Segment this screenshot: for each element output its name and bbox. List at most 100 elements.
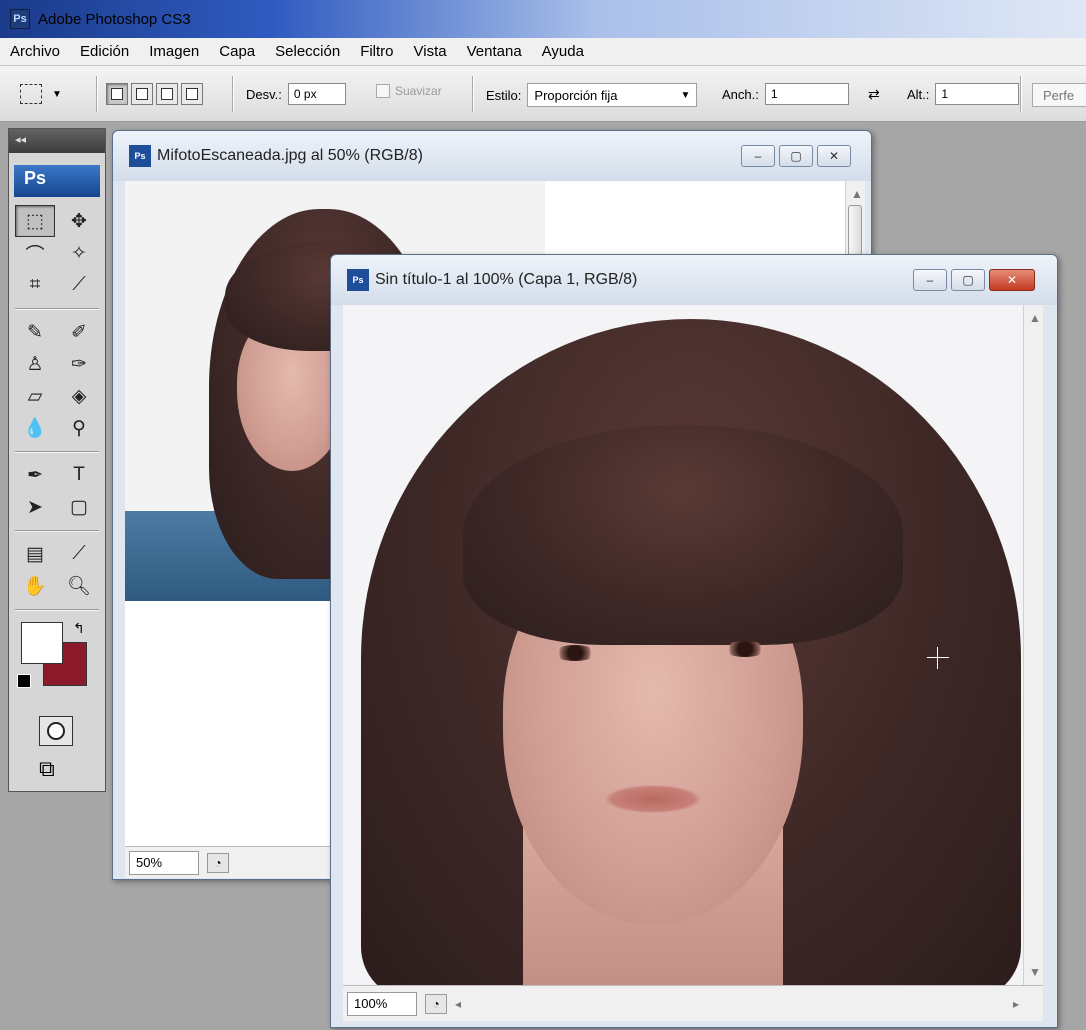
suavizar-label: Suavizar <box>395 84 442 98</box>
vertical-scrollbar[interactable]: ▲ ▼ <box>1023 305 1043 985</box>
slice-tool-icon[interactable]: ⟋ <box>59 269 99 301</box>
document-title: Sin título-1 al 100% (Capa 1, RGB/8) <box>375 271 638 288</box>
scroll-left-icon[interactable]: ◂ <box>455 997 461 1011</box>
default-colors-icon[interactable] <box>17 674 31 688</box>
type-tool-icon[interactable]: T <box>59 459 99 491</box>
menu-filtro[interactable]: Filtro <box>360 43 393 60</box>
estilo-label: Estilo: <box>486 87 522 103</box>
quick-mask-button[interactable] <box>39 716 73 746</box>
tool-grid: ✎ ✐ ♙ ✑ ▱ ◈ 💧 ⚲ <box>9 312 105 448</box>
minimize-button[interactable]: – <box>913 269 947 291</box>
document-window-sin-titulo: Ps Sin título-1 al 100% (Capa 1, RGB/8) … <box>330 254 1058 1028</box>
eraser-tool-icon[interactable]: ▱ <box>15 380 55 412</box>
document-title: MifotoEscaneada.jpg al 50% (RGB/8) <box>157 147 423 164</box>
anch-input[interactable]: 1 <box>764 83 849 105</box>
maximize-button[interactable]: ▢ <box>779 145 813 167</box>
alt-input[interactable]: 1 <box>935 83 1020 105</box>
marquee-tool-icon[interactable]: ⬚ <box>15 205 55 237</box>
brush-tool-icon[interactable]: ✐ <box>59 316 99 348</box>
scroll-up-icon[interactable]: ▲ <box>1029 311 1041 325</box>
eyedropper-tool-icon[interactable]: ⟋ <box>59 538 99 570</box>
add-selection-button[interactable] <box>131 83 153 105</box>
window-controls: – ▢ ✕ <box>909 269 1035 291</box>
new-selection-button[interactable] <box>106 83 128 105</box>
path-selection-tool-icon[interactable]: ➤ <box>15 491 55 523</box>
hand-tool-icon[interactable]: ✋ <box>15 570 55 602</box>
refine-edge-button[interactable]: Perfe <box>1032 83 1086 107</box>
scroll-up-icon[interactable]: ▲ <box>851 187 863 201</box>
ps-logo[interactable]: Ps <box>14 165 100 197</box>
options-bar: ▼ Desv.: 0 px Suavizar Estilo: Proporció… <box>0 66 1086 122</box>
document-title-bar[interactable]: Ps MifotoEscaneada.jpg al 50% (RGB/8) – … <box>113 131 871 181</box>
menu-ayuda[interactable]: Ayuda <box>542 43 584 60</box>
menu-archivo[interactable]: Archivo <box>10 43 60 60</box>
rectangular-marquee-icon <box>20 84 42 104</box>
healing-brush-tool-icon[interactable]: ✎ <box>15 316 55 348</box>
swap-dimensions-icon[interactable]: ⇄ <box>868 86 880 103</box>
maximize-button[interactable]: ▢ <box>951 269 985 291</box>
zoom-tool-icon[interactable]: 🔍︎ <box>59 570 99 602</box>
tool-divider <box>15 308 99 309</box>
width-group: Anch.: 1 <box>722 83 849 105</box>
scroll-down-icon[interactable]: ▼ <box>1029 965 1041 979</box>
crosshair-cursor-icon <box>927 647 949 669</box>
minimize-button[interactable]: – <box>741 145 775 167</box>
screen-mode-icon[interactable]: ⧉ <box>39 756 105 782</box>
magic-wand-tool-icon[interactable]: ✧ <box>59 237 99 269</box>
menu-vista[interactable]: Vista <box>414 43 447 60</box>
intersect-selection-button[interactable] <box>181 83 203 105</box>
options-divider <box>232 76 233 112</box>
ps-document-icon: Ps <box>347 269 369 291</box>
clone-stamp-tool-icon[interactable]: ♙ <box>15 348 55 380</box>
menu-capa[interactable]: Capa <box>219 43 255 60</box>
bangs <box>463 425 903 645</box>
chevron-down-icon: ▼ <box>52 88 62 100</box>
options-divider <box>1020 76 1021 112</box>
blur-tool-icon[interactable]: 💧 <box>15 412 55 444</box>
subtract-selection-button[interactable] <box>156 83 178 105</box>
tool-preset-picker[interactable]: ▼ <box>20 78 84 110</box>
anch-label: Anch.: <box>722 86 759 102</box>
options-divider <box>472 76 473 112</box>
tool-divider <box>15 609 99 610</box>
notes-tool-icon[interactable]: ▤ <box>15 538 55 570</box>
status-menu-icon[interactable]: ◔ <box>207 852 229 873</box>
lips <box>605 785 701 813</box>
app-title-bar: Ps Adobe Photoshop CS3 <box>0 0 1086 38</box>
lasso-tool-icon[interactable]: ⌒ <box>15 237 55 269</box>
crop-tool-icon[interactable]: ⌗ <box>15 269 55 301</box>
dodge-tool-icon[interactable]: ⚲ <box>59 412 99 444</box>
chevron-down-icon: ▼ <box>680 89 691 101</box>
swap-colors-icon[interactable]: ↰ <box>73 620 85 637</box>
move-tool-icon[interactable]: ✥ <box>59 205 99 237</box>
menu-edicion[interactable]: Edición <box>80 43 129 60</box>
left-eye <box>553 645 597 661</box>
menu-imagen[interactable]: Imagen <box>149 43 199 60</box>
document-title-bar[interactable]: Ps Sin título-1 al 100% (Capa 1, RGB/8) … <box>331 255 1057 305</box>
selection-mode-group <box>106 82 216 106</box>
pen-tool-icon[interactable]: ✒ <box>15 459 55 491</box>
status-menu-icon[interactable]: ◔ <box>425 993 447 1014</box>
history-brush-tool-icon[interactable]: ✑ <box>59 348 99 380</box>
menu-bar: Archivo Edición Imagen Capa Selección Fi… <box>0 38 1086 66</box>
close-button[interactable]: ✕ <box>989 269 1035 291</box>
suavizar-checkbox[interactable] <box>376 84 390 98</box>
panel-collapse-icon[interactable]: ◂◂ <box>9 129 105 153</box>
close-button[interactable]: ✕ <box>817 145 851 167</box>
shape-tool-icon[interactable]: ▢ <box>59 491 99 523</box>
zoom-field[interactable]: 100% <box>347 991 417 1016</box>
desv-input[interactable]: 0 px <box>287 83 346 105</box>
estilo-select[interactable]: Proporción fija ▼ <box>527 83 698 107</box>
document-canvas[interactable] <box>343 305 1023 985</box>
tool-grid: ▤ ⟋ ✋ 🔍︎ <box>9 534 105 606</box>
estilo-value: Proporción fija <box>534 87 618 103</box>
tool-grid: ✒ T ➤ ▢ <box>9 455 105 527</box>
zoom-field[interactable]: 50% <box>129 850 199 875</box>
foreground-color-swatch[interactable] <box>21 622 63 664</box>
paint-bucket-tool-icon[interactable]: ◈ <box>59 380 99 412</box>
options-divider <box>96 76 97 112</box>
tool-divider <box>15 530 99 531</box>
menu-seleccion[interactable]: Selección <box>275 43 340 60</box>
scroll-right-icon[interactable]: ▸ <box>1013 997 1019 1011</box>
menu-ventana[interactable]: Ventana <box>467 43 522 60</box>
